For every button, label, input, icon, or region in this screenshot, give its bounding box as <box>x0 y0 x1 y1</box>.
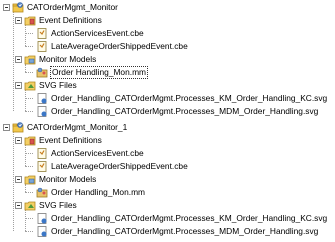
folder-name: Monitor Models <box>39 54 97 64</box>
tree-node-folder[interactable]: SVG Files <box>0 79 335 92</box>
tree-node-folder[interactable]: Event Definitions <box>0 14 335 27</box>
monitor-project-icon <box>12 122 24 133</box>
tree-node-file[interactable]: LateAverageOrderShippedEvent.cbe <box>0 160 335 173</box>
collapse-toggle-icon[interactable] <box>15 17 22 24</box>
tree-node-file[interactable]: Order_Handling_CATOrderMgmt.Processes_KM… <box>0 92 335 105</box>
folder-name: Monitor Models <box>39 174 97 184</box>
tree-node-file[interactable]: Order_Handling_CATOrderMgmt.Processes_KM… <box>0 212 335 225</box>
collapse-toggle-icon[interactable] <box>15 82 22 89</box>
folder-name: Event Definitions <box>39 15 102 25</box>
monitor-model-file-icon <box>36 187 48 198</box>
monitor-models-folder-icon <box>24 174 36 185</box>
file-name: Order_Handling_CATOrderMgmt.Processes_MD… <box>51 106 319 116</box>
event-definitions-folder-icon <box>24 135 36 146</box>
tree-node-file[interactable]: Order Handling_Mon.mm <box>0 186 335 199</box>
monitor-model-file-icon <box>36 67 48 78</box>
event-file-icon <box>36 28 48 39</box>
svg-file-icon <box>36 106 48 117</box>
svg-file-icon <box>36 93 48 104</box>
collapse-toggle-icon[interactable] <box>15 176 22 183</box>
tree-node-folder[interactable]: Monitor Models <box>0 53 335 66</box>
folder-name: Event Definitions <box>39 135 102 145</box>
event-file-icon <box>36 161 48 172</box>
event-file-icon <box>36 41 48 52</box>
monitor-models-folder-icon <box>24 54 36 65</box>
tree-node-folder[interactable]: SVG Files <box>0 199 335 212</box>
tree-node-file[interactable]: ActionServicesEvent.cbe <box>0 27 335 40</box>
file-name: Order_Handling_CATOrderMgmt.Processes_MD… <box>51 226 319 236</box>
tree-node-file[interactable]: ActionServicesEvent.cbe <box>0 147 335 160</box>
event-definitions-folder-icon <box>24 15 36 26</box>
file-name: Order Handling_Mon.mm <box>50 66 149 79</box>
project-name: CATOrderMgmt_Monitor_1 <box>27 122 128 132</box>
tree-node-project[interactable]: CATOrderMgmt_Monitor_1 <box>0 121 335 134</box>
file-name: Order_Handling_CATOrderMgmt.Processes_KM… <box>51 93 328 103</box>
event-file-icon <box>36 148 48 159</box>
project-tree: CATOrderMgmt_Monitor Event Definitions A… <box>0 0 335 242</box>
collapse-toggle-icon[interactable] <box>3 124 10 131</box>
collapse-toggle-icon[interactable] <box>15 56 22 63</box>
file-name: Order_Handling_CATOrderMgmt.Processes_KM… <box>51 213 328 223</box>
tree-node-file[interactable]: Order Handling_Mon.mm <box>0 66 335 79</box>
project-name: CATOrderMgmt_Monitor <box>27 2 118 12</box>
file-name: LateAverageOrderShippedEvent.cbe <box>51 41 188 51</box>
monitor-project-icon <box>12 2 24 13</box>
file-name: Order Handling_Mon.mm <box>51 187 146 197</box>
collapse-toggle-icon[interactable] <box>15 137 22 144</box>
file-name: ActionServicesEvent.cbe <box>51 148 144 158</box>
folder-name: SVG Files <box>39 200 77 210</box>
tree-node-file[interactable]: Order_Handling_CATOrderMgmt.Processes_MD… <box>0 105 335 118</box>
svg-files-folder-icon <box>24 80 36 91</box>
folder-name: SVG Files <box>39 80 77 90</box>
svg-file-icon <box>36 213 48 224</box>
tree-node-project[interactable]: CATOrderMgmt_Monitor <box>0 1 335 14</box>
svg-file-icon <box>36 226 48 237</box>
svg-files-folder-icon <box>24 200 36 211</box>
tree-node-file[interactable]: Order_Handling_CATOrderMgmt.Processes_MD… <box>0 225 335 238</box>
file-name: ActionServicesEvent.cbe <box>51 28 144 38</box>
tree-node-folder[interactable]: Event Definitions <box>0 134 335 147</box>
collapse-toggle-icon[interactable] <box>15 202 22 209</box>
tree-node-folder[interactable]: Monitor Models <box>0 173 335 186</box>
file-name: LateAverageOrderShippedEvent.cbe <box>51 161 188 171</box>
tree-node-file[interactable]: LateAverageOrderShippedEvent.cbe <box>0 40 335 53</box>
collapse-toggle-icon[interactable] <box>3 4 10 11</box>
